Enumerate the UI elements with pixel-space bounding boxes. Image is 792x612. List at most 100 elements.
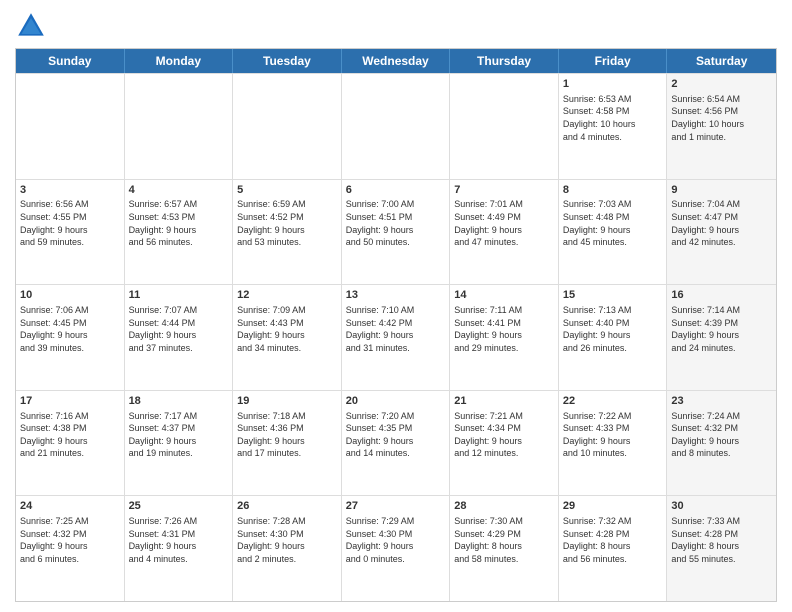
calendar-cell-0-3 (342, 74, 451, 179)
day-number: 5 (237, 183, 337, 198)
calendar-cell-0-2 (233, 74, 342, 179)
day-number: 11 (129, 288, 229, 303)
day-number: 14 (454, 288, 554, 303)
day-number: 18 (129, 394, 229, 409)
cell-info: Sunrise: 7:07 AM Sunset: 4:44 PM Dayligh… (129, 304, 229, 354)
cell-info: Sunrise: 7:09 AM Sunset: 4:43 PM Dayligh… (237, 304, 337, 354)
cell-info: Sunrise: 6:54 AM Sunset: 4:56 PM Dayligh… (671, 93, 772, 143)
cell-info: Sunrise: 6:57 AM Sunset: 4:53 PM Dayligh… (129, 198, 229, 248)
logo (15, 10, 51, 42)
cell-info: Sunrise: 7:26 AM Sunset: 4:31 PM Dayligh… (129, 515, 229, 565)
day-number: 19 (237, 394, 337, 409)
header-day-sunday: Sunday (16, 49, 125, 73)
day-number: 15 (563, 288, 663, 303)
day-number: 1 (563, 77, 663, 92)
day-number: 28 (454, 499, 554, 514)
header-day-monday: Monday (125, 49, 234, 73)
day-number: 6 (346, 183, 446, 198)
calendar-cell-2-1: 11Sunrise: 7:07 AM Sunset: 4:44 PM Dayli… (125, 285, 234, 390)
day-number: 23 (671, 394, 772, 409)
day-number: 9 (671, 183, 772, 198)
cell-info: Sunrise: 7:14 AM Sunset: 4:39 PM Dayligh… (671, 304, 772, 354)
cell-info: Sunrise: 7:32 AM Sunset: 4:28 PM Dayligh… (563, 515, 663, 565)
calendar-cell-0-5: 1Sunrise: 6:53 AM Sunset: 4:58 PM Daylig… (559, 74, 668, 179)
calendar-header: SundayMondayTuesdayWednesdayThursdayFrid… (16, 49, 776, 73)
cell-info: Sunrise: 7:33 AM Sunset: 4:28 PM Dayligh… (671, 515, 772, 565)
day-number: 16 (671, 288, 772, 303)
calendar-cell-1-5: 8Sunrise: 7:03 AM Sunset: 4:48 PM Daylig… (559, 180, 668, 285)
cell-info: Sunrise: 7:01 AM Sunset: 4:49 PM Dayligh… (454, 198, 554, 248)
cell-info: Sunrise: 7:22 AM Sunset: 4:33 PM Dayligh… (563, 410, 663, 460)
day-number: 12 (237, 288, 337, 303)
calendar-cell-4-6: 30Sunrise: 7:33 AM Sunset: 4:28 PM Dayli… (667, 496, 776, 601)
cell-info: Sunrise: 7:30 AM Sunset: 4:29 PM Dayligh… (454, 515, 554, 565)
calendar-cell-3-4: 21Sunrise: 7:21 AM Sunset: 4:34 PM Dayli… (450, 391, 559, 496)
day-number: 8 (563, 183, 663, 198)
day-number: 7 (454, 183, 554, 198)
calendar-cell-3-6: 23Sunrise: 7:24 AM Sunset: 4:32 PM Dayli… (667, 391, 776, 496)
calendar-cell-1-4: 7Sunrise: 7:01 AM Sunset: 4:49 PM Daylig… (450, 180, 559, 285)
calendar: SundayMondayTuesdayWednesdayThursdayFrid… (15, 48, 777, 602)
calendar-cell-1-3: 6Sunrise: 7:00 AM Sunset: 4:51 PM Daylig… (342, 180, 451, 285)
calendar-row-0: 1Sunrise: 6:53 AM Sunset: 4:58 PM Daylig… (16, 73, 776, 179)
cell-info: Sunrise: 7:29 AM Sunset: 4:30 PM Dayligh… (346, 515, 446, 565)
calendar-cell-4-4: 28Sunrise: 7:30 AM Sunset: 4:29 PM Dayli… (450, 496, 559, 601)
calendar-cell-0-1 (125, 74, 234, 179)
cell-info: Sunrise: 7:17 AM Sunset: 4:37 PM Dayligh… (129, 410, 229, 460)
page: SundayMondayTuesdayWednesdayThursdayFrid… (0, 0, 792, 612)
day-number: 21 (454, 394, 554, 409)
cell-info: Sunrise: 7:18 AM Sunset: 4:36 PM Dayligh… (237, 410, 337, 460)
calendar-cell-1-2: 5Sunrise: 6:59 AM Sunset: 4:52 PM Daylig… (233, 180, 342, 285)
calendar-cell-4-3: 27Sunrise: 7:29 AM Sunset: 4:30 PM Dayli… (342, 496, 451, 601)
calendar-cell-1-1: 4Sunrise: 6:57 AM Sunset: 4:53 PM Daylig… (125, 180, 234, 285)
day-number: 4 (129, 183, 229, 198)
header-day-thursday: Thursday (450, 49, 559, 73)
cell-info: Sunrise: 6:56 AM Sunset: 4:55 PM Dayligh… (20, 198, 120, 248)
calendar-cell-0-6: 2Sunrise: 6:54 AM Sunset: 4:56 PM Daylig… (667, 74, 776, 179)
cell-info: Sunrise: 7:10 AM Sunset: 4:42 PM Dayligh… (346, 304, 446, 354)
cell-info: Sunrise: 7:20 AM Sunset: 4:35 PM Dayligh… (346, 410, 446, 460)
day-number: 29 (563, 499, 663, 514)
day-number: 10 (20, 288, 120, 303)
calendar-cell-3-3: 20Sunrise: 7:20 AM Sunset: 4:35 PM Dayli… (342, 391, 451, 496)
calendar-cell-1-0: 3Sunrise: 6:56 AM Sunset: 4:55 PM Daylig… (16, 180, 125, 285)
cell-info: Sunrise: 7:24 AM Sunset: 4:32 PM Dayligh… (671, 410, 772, 460)
calendar-row-3: 17Sunrise: 7:16 AM Sunset: 4:38 PM Dayli… (16, 390, 776, 496)
calendar-cell-2-5: 15Sunrise: 7:13 AM Sunset: 4:40 PM Dayli… (559, 285, 668, 390)
header-day-tuesday: Tuesday (233, 49, 342, 73)
cell-info: Sunrise: 7:11 AM Sunset: 4:41 PM Dayligh… (454, 304, 554, 354)
cell-info: Sunrise: 7:25 AM Sunset: 4:32 PM Dayligh… (20, 515, 120, 565)
cell-info: Sunrise: 7:03 AM Sunset: 4:48 PM Dayligh… (563, 198, 663, 248)
calendar-cell-2-6: 16Sunrise: 7:14 AM Sunset: 4:39 PM Dayli… (667, 285, 776, 390)
day-number: 26 (237, 499, 337, 514)
calendar-cell-3-0: 17Sunrise: 7:16 AM Sunset: 4:38 PM Dayli… (16, 391, 125, 496)
calendar-row-2: 10Sunrise: 7:06 AM Sunset: 4:45 PM Dayli… (16, 284, 776, 390)
calendar-body: 1Sunrise: 6:53 AM Sunset: 4:58 PM Daylig… (16, 73, 776, 601)
cell-info: Sunrise: 7:13 AM Sunset: 4:40 PM Dayligh… (563, 304, 663, 354)
calendar-cell-2-4: 14Sunrise: 7:11 AM Sunset: 4:41 PM Dayli… (450, 285, 559, 390)
calendar-cell-3-1: 18Sunrise: 7:17 AM Sunset: 4:37 PM Dayli… (125, 391, 234, 496)
logo-icon (15, 10, 47, 42)
cell-info: Sunrise: 7:21 AM Sunset: 4:34 PM Dayligh… (454, 410, 554, 460)
calendar-cell-4-2: 26Sunrise: 7:28 AM Sunset: 4:30 PM Dayli… (233, 496, 342, 601)
calendar-cell-2-3: 13Sunrise: 7:10 AM Sunset: 4:42 PM Dayli… (342, 285, 451, 390)
calendar-cell-3-2: 19Sunrise: 7:18 AM Sunset: 4:36 PM Dayli… (233, 391, 342, 496)
calendar-cell-4-5: 29Sunrise: 7:32 AM Sunset: 4:28 PM Dayli… (559, 496, 668, 601)
cell-info: Sunrise: 7:04 AM Sunset: 4:47 PM Dayligh… (671, 198, 772, 248)
day-number: 27 (346, 499, 446, 514)
calendar-cell-2-0: 10Sunrise: 7:06 AM Sunset: 4:45 PM Dayli… (16, 285, 125, 390)
cell-info: Sunrise: 7:06 AM Sunset: 4:45 PM Dayligh… (20, 304, 120, 354)
cell-info: Sunrise: 6:59 AM Sunset: 4:52 PM Dayligh… (237, 198, 337, 248)
header-day-friday: Friday (559, 49, 668, 73)
day-number: 24 (20, 499, 120, 514)
header (15, 10, 777, 42)
header-day-wednesday: Wednesday (342, 49, 451, 73)
cell-info: Sunrise: 7:00 AM Sunset: 4:51 PM Dayligh… (346, 198, 446, 248)
calendar-cell-2-2: 12Sunrise: 7:09 AM Sunset: 4:43 PM Dayli… (233, 285, 342, 390)
cell-info: Sunrise: 6:53 AM Sunset: 4:58 PM Dayligh… (563, 93, 663, 143)
cell-info: Sunrise: 7:28 AM Sunset: 4:30 PM Dayligh… (237, 515, 337, 565)
day-number: 2 (671, 77, 772, 92)
day-number: 3 (20, 183, 120, 198)
day-number: 17 (20, 394, 120, 409)
calendar-cell-3-5: 22Sunrise: 7:22 AM Sunset: 4:33 PM Dayli… (559, 391, 668, 496)
